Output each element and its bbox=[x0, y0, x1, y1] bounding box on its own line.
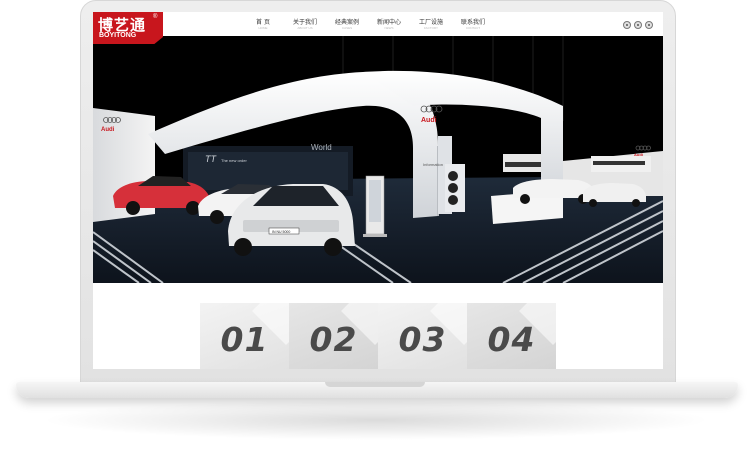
laptop-shadow bbox=[40, 400, 712, 440]
nav-label: 工厂设施 bbox=[418, 19, 443, 26]
tile-number: 03 bbox=[398, 320, 447, 359]
nav-label: 新闻中心 bbox=[376, 19, 401, 26]
audi-sign-arch: Audi bbox=[421, 117, 437, 124]
brand-name-en: BOYITONG bbox=[99, 32, 137, 39]
nav-item-contact[interactable]: 联系我们 CONTACT bbox=[453, 19, 493, 30]
wall-text-new-order: The new order bbox=[221, 158, 247, 163]
nav-sublabel: CASES bbox=[341, 26, 353, 30]
wall-text-information: Information bbox=[423, 162, 443, 167]
nav-item-about[interactable]: 关于我们 ABOUT US bbox=[285, 19, 325, 30]
phone-icon[interactable] bbox=[645, 21, 653, 29]
tile-number: 02 bbox=[309, 320, 358, 359]
website-screen: 博艺通 BOYITONG ® 首 页 HOME 关于我们 ABOUT US 经典… bbox=[93, 12, 663, 369]
nav-label: 首 页 bbox=[256, 19, 270, 26]
feature-tiles: 01 02 03 04 bbox=[200, 303, 556, 369]
nav-sublabel: ABOUT US bbox=[297, 26, 313, 30]
laptop-notch bbox=[325, 382, 425, 387]
audi-sign-left: Audi bbox=[101, 127, 115, 133]
nav-label: 经典案例 bbox=[334, 19, 359, 26]
nav-sublabel: HOME bbox=[258, 26, 268, 30]
brand-logo[interactable]: 博艺通 BOYITONG ® bbox=[93, 12, 163, 44]
nav-sublabel: FACTORY bbox=[423, 26, 439, 30]
nav-item-cases[interactable]: 经典案例 CASES bbox=[327, 19, 367, 30]
nav-label: 关于我们 bbox=[292, 19, 317, 26]
wall-text-world: World bbox=[311, 143, 332, 152]
nav-item-factory[interactable]: 工厂设施 FACTORY bbox=[411, 19, 451, 30]
hero-banner[interactable]: Audi Audi Audi TT The new order World In… bbox=[93, 36, 663, 283]
weibo-icon[interactable] bbox=[623, 21, 631, 29]
main-nav: 首 页 HOME 关于我们 ABOUT US 经典案例 CASES 新闻中心 N… bbox=[243, 19, 503, 33]
tile-number: 01 bbox=[220, 320, 269, 359]
tile-01[interactable]: 01 bbox=[200, 303, 289, 369]
wechat-icon[interactable] bbox=[634, 21, 642, 29]
tile-02[interactable]: 02 bbox=[289, 303, 378, 369]
registered-mark: ® bbox=[153, 14, 158, 20]
audi-sign-right: Audi bbox=[634, 152, 643, 157]
tile-04[interactable]: 04 bbox=[467, 303, 556, 369]
wall-text-tt: TT bbox=[205, 154, 217, 164]
exhibition-booth-image: Audi Audi Audi TT The new order World In… bbox=[93, 36, 663, 283]
tile-number: 04 bbox=[487, 320, 536, 359]
nav-item-home[interactable]: 首 页 HOME bbox=[243, 19, 283, 30]
nav-sublabel: NEWS bbox=[384, 26, 394, 30]
nav-item-news[interactable]: 新闻中心 NEWS bbox=[369, 19, 409, 30]
license-plate: IN NU 5000 bbox=[272, 230, 290, 234]
tile-03[interactable]: 03 bbox=[378, 303, 467, 369]
nav-label: 联系我们 bbox=[460, 19, 485, 26]
nav-sublabel: CONTACT bbox=[465, 26, 481, 30]
site-header: 博艺通 BOYITONG ® 首 页 HOME 关于我们 ABOUT US 经典… bbox=[93, 12, 663, 44]
